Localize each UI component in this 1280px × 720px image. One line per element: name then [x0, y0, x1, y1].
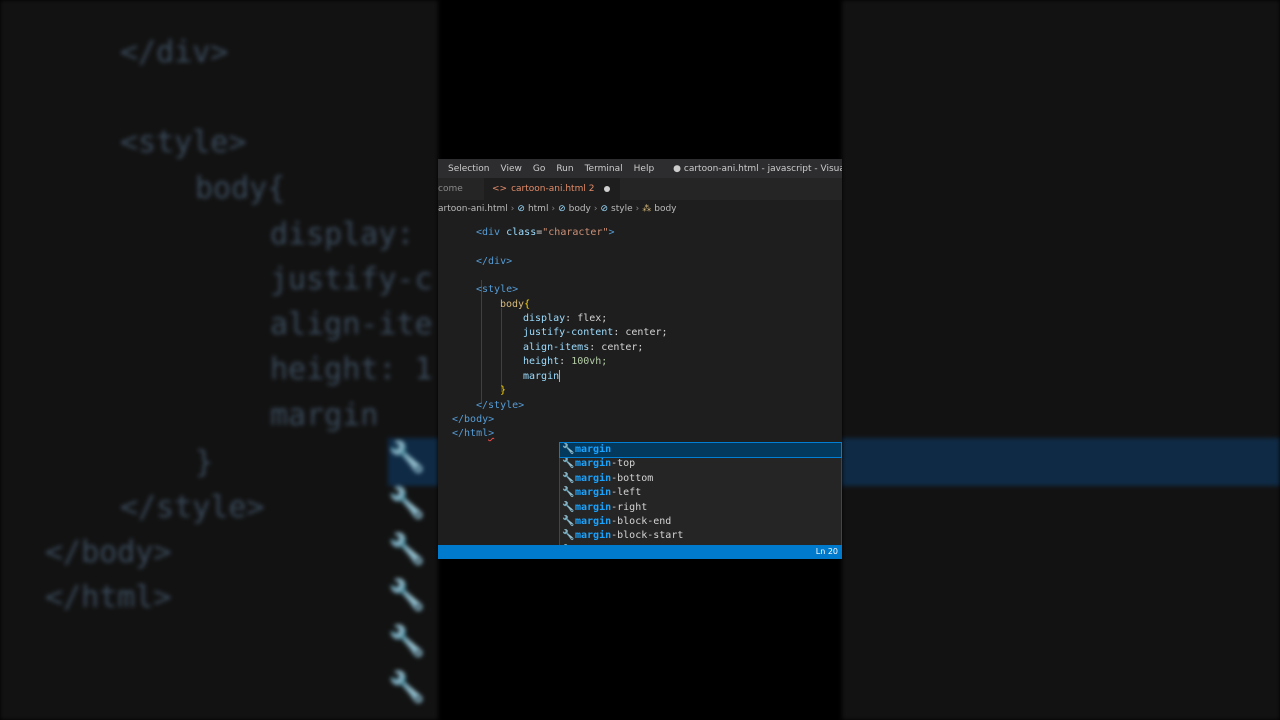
indent-guide: [501, 308, 502, 392]
suggestion-match: margin: [575, 444, 612, 455]
suggestion-rest: -left: [611, 487, 642, 499]
suggestion-match: margin: [575, 530, 612, 542]
code-line: </html>: [452, 428, 495, 439]
element-icon: ⊘: [558, 204, 566, 214]
suggestion-item[interactable]: 🔧 margin -top: [560, 457, 841, 471]
suggestion-item[interactable]: 🔧 margin -block-end: [560, 515, 841, 529]
menu-bar: Selection View Go Run Terminal Help ● ca…: [438, 159, 842, 178]
code-line: </style>: [476, 400, 525, 411]
code-line: </body>: [452, 414, 495, 425]
tab-cartoon-ani[interactable]: <> cartoon-ani.html 2: [484, 178, 621, 200]
suggestion-item[interactable]: 🔧 margin -left: [560, 486, 841, 500]
menu-run[interactable]: Run: [556, 164, 573, 174]
bg-code-line: </body>: [45, 535, 172, 570]
property-wrench-icon: 🔧: [562, 530, 575, 542]
suggestion-item[interactable]: 🔧 margin -bottom: [560, 472, 841, 486]
suggestion-rest: -block-end: [611, 515, 672, 527]
property-wrench-icon: 🔧: [562, 501, 575, 513]
bg-wrench-icon: 🔧: [388, 624, 426, 659]
tab-label: cartoon-ani.html 2: [511, 184, 595, 194]
code-editor[interactable]: <div class="character"> </div> <style> b…: [438, 218, 842, 559]
status-bar: Ln 20: [438, 545, 842, 559]
bg-wrench-icon: 🔧: [388, 670, 426, 705]
bg-wrench-icon: 🔧: [388, 440, 426, 475]
text-cursor: [559, 370, 561, 382]
breadcrumb: artoon-ani.html › ⊘ html › ⊘ body › ⊘ st…: [438, 200, 842, 218]
html-file-icon: <>: [492, 184, 508, 194]
code-line: <style>: [476, 284, 519, 295]
menu-view[interactable]: View: [500, 164, 521, 174]
indent-guide: [481, 280, 482, 404]
menu-selection[interactable]: Selection: [448, 164, 489, 174]
breadcrumb-body-selector[interactable]: body: [654, 204, 676, 214]
bg-wrench-icon: 🔧: [388, 532, 426, 567]
unsaved-dot-icon[interactable]: [604, 186, 611, 192]
bg-wrench-icon: 🔧: [388, 486, 426, 521]
suggestion-item[interactable]: 🔧 margin: [559, 441, 842, 459]
tab-bar: come <> cartoon-ani.html 2: [438, 178, 842, 200]
bg-code-line: margin: [270, 398, 379, 433]
suggestion-match: margin: [575, 458, 612, 470]
property-wrench-icon: 🔧: [562, 458, 575, 470]
property-wrench-icon: 🔧: [562, 487, 575, 499]
element-icon: ⊘: [600, 204, 609, 214]
code-line: align-items: center;: [523, 342, 644, 353]
code-line: justify-content: center;: [523, 327, 668, 338]
bg-code-line: justify-c: [270, 262, 433, 297]
suggestion-item[interactable]: 🔧 margin -right: [560, 501, 841, 515]
bg-code-line: align-ite: [270, 307, 433, 342]
suggestion-match: margin: [575, 515, 612, 527]
code-line: }: [500, 385, 507, 396]
menu-help[interactable]: Help: [634, 164, 655, 174]
breadcrumb-file[interactable]: artoon-ani.html: [438, 204, 508, 214]
suggestion-rest: -right: [611, 501, 648, 513]
chevron-right-icon: ›: [593, 204, 598, 214]
chevron-right-icon: ›: [551, 204, 556, 214]
suggestion-rest: -top: [611, 458, 636, 470]
suggestion-match: margin: [575, 487, 612, 499]
bg-code-line: </style>: [120, 490, 265, 525]
bg-wrench-icon: 🔧: [388, 578, 426, 613]
bg-code-line: </html>: [45, 580, 172, 615]
breadcrumb-html[interactable]: html: [528, 204, 549, 214]
code-line: height: 100vh;: [523, 356, 608, 367]
window-title: ● cartoon-ani.html - javascript - Visual…: [673, 163, 842, 174]
suggestion-match: margin: [575, 472, 612, 484]
suggestion-item[interactable]: 🔧 margin -block-start: [560, 529, 841, 543]
bg-code-line: <style>: [120, 125, 247, 160]
code-line: <div class="character">: [476, 227, 615, 238]
chevron-right-icon: ›: [635, 204, 640, 214]
breadcrumb-style[interactable]: style: [611, 204, 633, 214]
breadcrumb-body[interactable]: body: [569, 204, 591, 214]
bg-code-line: display:: [270, 217, 415, 252]
element-icon: ⊘: [517, 204, 525, 214]
chevron-right-icon: ›: [510, 204, 515, 214]
bg-code-line: </div>: [120, 35, 229, 70]
property-wrench-icon: 🔧: [562, 515, 575, 527]
bg-code-line: body{: [195, 171, 286, 206]
code-line: display: flex;: [523, 313, 608, 324]
bg-code-line: }: [195, 445, 214, 480]
suggestion-match: margin: [575, 501, 612, 513]
tab-welcome[interactable]: come: [438, 184, 484, 194]
code-line-current: margin: [523, 370, 561, 382]
autocomplete-widget: 🔧 margin 🔧 margin -top 🔧 margin -bottom 🔧 margin -…: [559, 441, 842, 559]
cursor-position[interactable]: Ln 20: [816, 547, 838, 556]
code-line: body{: [500, 299, 531, 310]
code-line: </div>: [476, 256, 513, 267]
vscode-window: Selection View Go Run Terminal Help ● ca…: [438, 159, 842, 559]
menu-go[interactable]: Go: [533, 164, 545, 174]
menu-terminal[interactable]: Terminal: [585, 164, 623, 174]
bg-code-line: height: 1: [270, 352, 433, 387]
selector-icon: ⁂: [642, 204, 652, 214]
suggestion-rest: -block-start: [611, 530, 684, 542]
property-wrench-icon: 🔧: [562, 444, 575, 455]
suggestion-rest: -bottom: [611, 472, 654, 484]
property-wrench-icon: 🔧: [562, 472, 575, 484]
